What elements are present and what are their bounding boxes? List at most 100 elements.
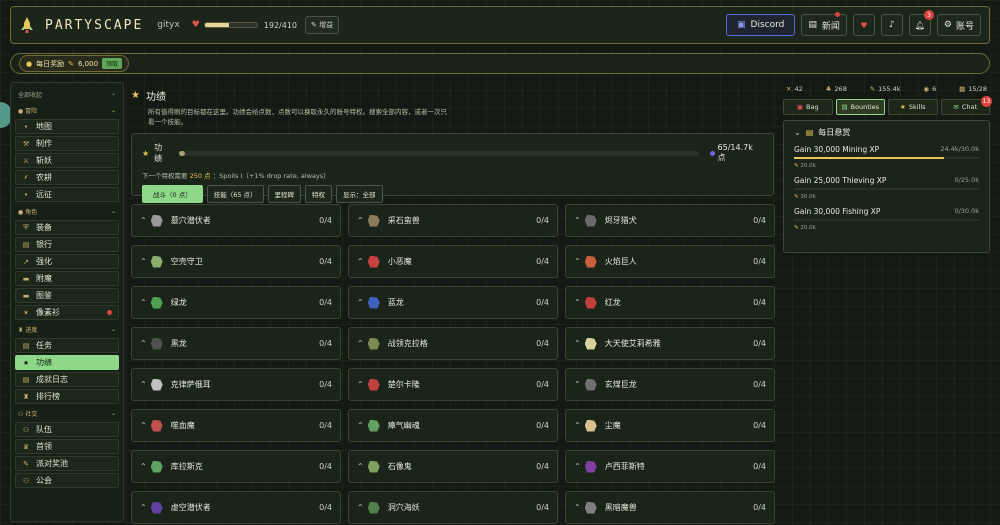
collapse-all-row[interactable]: 全部收起 ⌄ xyxy=(15,88,119,101)
achievement-card[interactable]: ⌃ 虚空潜伏者 0/4 xyxy=(131,491,341,524)
sidebar-item-label: 公会 xyxy=(36,476,52,485)
sidebar-item[interactable]: ♛ 首领 xyxy=(15,439,119,454)
achievement-count: 0/4 xyxy=(319,380,332,389)
achievement-name: 采石蛮兽 xyxy=(387,216,420,225)
sidebar-item[interactable]: ✎ 派对奖池 xyxy=(15,456,119,471)
achievement-card[interactable]: ⌃ 玄煤巨龙 0/4 xyxy=(565,368,775,401)
sidebar-item-icon: ✶ xyxy=(23,308,29,317)
claim-button[interactable]: 领取 xyxy=(102,58,123,69)
chevron-up-icon: ⌃ xyxy=(574,298,581,307)
bell-icon: 🔔︎ xyxy=(914,20,925,30)
monster-sprite-icon xyxy=(150,460,163,473)
sidebar-section-header[interactable]: ● 冒险 ⌄ xyxy=(15,103,119,117)
favorite-button[interactable]: ♥ xyxy=(852,14,875,36)
achievement-card[interactable]: ⌃ 烬牙猎犬 0/4 xyxy=(565,204,775,237)
right-tab[interactable]: ✉ Chat 13 xyxy=(940,96,992,115)
right-tab[interactable]: ▣ Bag xyxy=(783,99,833,115)
sidebar-item-label: 附魔 xyxy=(36,274,52,283)
achievement-card[interactable]: ⌃ 黑暗魔兽 0/4 xyxy=(565,491,775,524)
achievement-card[interactable]: ⌃ 楚尔卡隆 0/4 xyxy=(348,368,558,401)
chevron-down-icon: ⌄ xyxy=(794,128,801,137)
bounty-header[interactable]: ⌄ ▤ 每日悬赏 xyxy=(794,127,979,138)
achievement-card[interactable]: ⌃ 洞穴海妖 0/4 xyxy=(348,491,558,524)
bounty-row: Gain 30,000 Mining XP 24.4k/30.0k xyxy=(794,145,979,154)
achievement-card[interactable]: ⌃ 瘴气幽魂 0/4 xyxy=(348,409,558,442)
achievement-card[interactable]: ⌃ 黑龙 0/4 xyxy=(131,327,341,360)
sidebar-item-label: 银行 xyxy=(36,240,52,249)
monster-sprite-icon xyxy=(150,419,163,432)
sidebar-item[interactable]: ⸙ 农耕 xyxy=(15,170,119,185)
right-tab[interactable]: ▤ Bounties xyxy=(835,99,885,115)
sidebar-section-header[interactable]: ● 角色 ⌄ xyxy=(15,204,119,218)
achievement-card[interactable]: ⌃ 绿龙 0/4 xyxy=(131,286,341,319)
chevron-up-icon: ⌃ xyxy=(357,503,364,512)
sidebar-item[interactable]: ★ 功绩 xyxy=(15,355,119,370)
notifications-button[interactable]: 🔔︎ 3 xyxy=(908,10,934,36)
achievement-card[interactable]: ⌃ 小恶魔 0/4 xyxy=(348,245,558,278)
sidebar-item[interactable]: • 远征 xyxy=(15,187,119,202)
sidebar-item[interactable]: ♜ 排行榜 xyxy=(15,389,119,404)
achievement-card[interactable]: ⌃ 墓穴潜伏者 0/4 xyxy=(131,204,341,237)
app-logo[interactable]: PARTYSCAPE xyxy=(45,18,143,33)
sidebar-section-header[interactable]: ♜ 进度 ⌄ xyxy=(15,322,119,336)
right-panel: ✕ 42 ♣ 268 ✎ 155.4k ◉ 6 ▦ 15/28 ▣ Bag ▤ Bounties ★ Ski… xyxy=(783,82,992,253)
bounty-progress-fill xyxy=(794,157,945,159)
achievement-card[interactable]: ⌃ 克律萨俄耳 0/4 xyxy=(131,368,341,401)
achievement-card[interactable]: ⌃ 石像鬼 0/4 xyxy=(348,450,558,483)
sidebar-item[interactable]: ⛨ 装备 xyxy=(15,220,119,235)
achievement-card[interactable]: ⌃ 火焰巨人 0/4 xyxy=(565,245,775,278)
sidebar-item[interactable]: ⚇ 公会 xyxy=(15,473,119,488)
achievement-tab[interactable]: 特权 xyxy=(305,185,333,203)
hp-text: 192/410 xyxy=(263,20,297,30)
sidebar-item[interactable]: ▬ 图鉴 xyxy=(15,288,119,303)
achievement-count: 0/4 xyxy=(536,216,549,225)
achievement-card[interactable]: ⌃ 尘魔 0/4 xyxy=(565,409,775,442)
sidebar-item[interactable]: ⚔ 斩妖 xyxy=(15,153,119,168)
sidebar-section-header[interactable]: ⚇ 社交 ⌄ xyxy=(15,406,119,420)
alert-dot xyxy=(107,310,112,315)
achievement-tab[interactable]: 技能（65 点） xyxy=(206,185,264,203)
achievement-card[interactable]: ⌃ 蓝龙 0/4 xyxy=(348,286,558,319)
music-button[interactable]: ♪ xyxy=(880,14,903,36)
monster-sprite-icon xyxy=(584,296,597,309)
achievement-card[interactable]: ⌃ 库拉斯克 0/4 xyxy=(131,450,341,483)
discord-button[interactable]: ▣ Discord xyxy=(726,14,796,36)
sidebar-item[interactable]: ⚇ 队伍 xyxy=(15,422,119,437)
achievement-tab[interactable]: 里程碑 xyxy=(267,185,302,203)
chevron-up-icon: ⌃ xyxy=(574,503,581,512)
sidebar-item[interactable]: ▬ 附魔 xyxy=(15,271,119,286)
sidebar-item[interactable]: ✶ 像素衫 xyxy=(15,305,119,320)
achievement-card[interactable]: ⌃ 卢西菲斯特 0/4 xyxy=(565,450,775,483)
skull-icon: ◉ xyxy=(923,84,930,93)
achievement-name: 墓穴潜伏者 xyxy=(170,216,211,225)
news-button[interactable]: ▤ 新闻 xyxy=(801,12,847,36)
achievement-tab[interactable]: 战斗（0 点） xyxy=(142,185,203,203)
right-tab-label: Skills xyxy=(908,103,926,111)
sidebar-item[interactable]: ▤ 任务 xyxy=(15,338,119,353)
main-content: ★ 功绩 所有值得刷的目标都在这里。功绩会给点数，点数可以换取永久的账号特权。搜… xyxy=(131,82,777,524)
achievement-name: 洞穴海妖 xyxy=(387,503,420,512)
achievement-card[interactable]: ⌃ 采石蛮兽 0/4 xyxy=(348,204,558,237)
sidebar-item[interactable]: ▤ 银行 xyxy=(15,237,119,252)
panel-label: 功绩 xyxy=(154,143,163,163)
achievement-card[interactable]: ⌃ 红龙 0/4 xyxy=(565,286,775,319)
achievement-name: 玄煤巨龙 xyxy=(604,380,637,389)
right-tab[interactable]: ★ Skills xyxy=(888,99,938,115)
achievement-card[interactable]: ⌃ 战领克拉格 0/4 xyxy=(348,327,558,360)
achievement-count: 0/4 xyxy=(536,298,549,307)
chevron-up-icon: ⌃ xyxy=(140,380,147,389)
sidebar-item[interactable]: ▤ 成就日志 xyxy=(15,372,119,387)
monster-sprite-icon xyxy=(584,214,597,227)
sidebar-item[interactable]: • 地图 xyxy=(15,119,119,134)
achievement-card[interactable]: ⌃ 噬血魔 0/4 xyxy=(131,409,341,442)
stat-item: ✎ 155.4k xyxy=(870,85,901,93)
achievement-card[interactable]: ⌃ 空壳守卫 0/4 xyxy=(131,245,341,278)
account-button[interactable]: ⚙ 账号 xyxy=(936,14,981,36)
boost-button[interactable]: ✎ 增益 xyxy=(305,16,340,34)
rocket-icon xyxy=(19,16,35,34)
monster-sprite-icon xyxy=(584,501,597,514)
sidebar-item[interactable]: ⚒ 制作 xyxy=(15,136,119,151)
sidebar-item[interactable]: ↗ 强化 xyxy=(15,254,119,269)
achievement-card[interactable]: ⌃ 大天使艾莉希雅 0/4 xyxy=(565,327,775,360)
achievement-tab[interactable]: 显示：全部 xyxy=(336,185,383,203)
